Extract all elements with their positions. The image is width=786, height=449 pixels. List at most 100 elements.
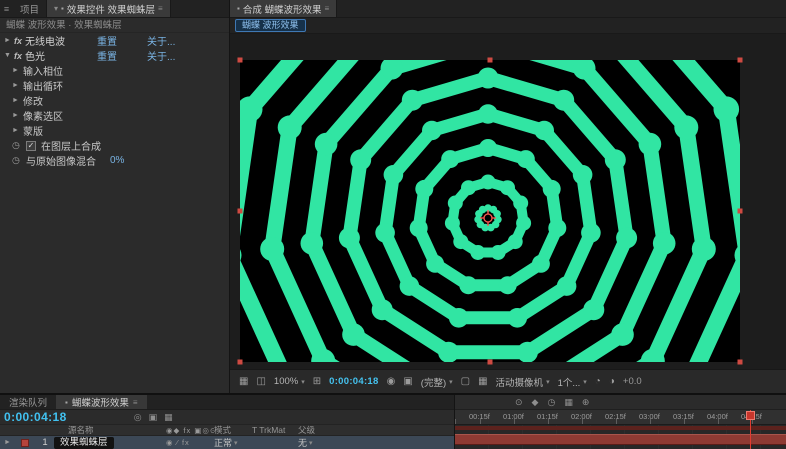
property-group-modify[interactable]: ► 修改: [0, 93, 229, 108]
twirl-icon[interactable]: ►: [12, 97, 23, 104]
property-label: 与原始图像混合: [26, 153, 96, 168]
layer-handle[interactable]: [488, 360, 493, 365]
zoom-select[interactable]: 100% ▾: [274, 376, 305, 387]
tab-render-queue[interactable]: 渲染队列: [0, 395, 56, 409]
timeline-timecode[interactable]: 0:00:04:18: [4, 410, 67, 424]
column-mode[interactable]: 模式: [214, 424, 252, 436]
layer-index: 1: [40, 437, 50, 448]
snapshot-camera-icon[interactable]: ◉: [387, 376, 396, 387]
reset-link[interactable]: 重置: [97, 33, 147, 48]
resolution-select[interactable]: (完整) ▾: [421, 375, 453, 389]
parent-select[interactable]: 无 ▾: [298, 436, 313, 449]
work-area-bar[interactable]: [455, 426, 786, 430]
composition-panel: ▪ 合成 蝴蝶波形效果 ≡ 蝴蝶 波形效果 ▦ ◫ 100% ▾: [230, 0, 786, 393]
column-trkmat[interactable]: T TrkMat: [252, 425, 298, 435]
layer-switches-header: ◉◆ fx ▣◎⊙: [166, 426, 214, 435]
layer-handle[interactable]: [738, 58, 743, 63]
preview-timecode[interactable]: 0:00:04:18: [329, 376, 378, 387]
view-layout-select[interactable]: 1个... ▾: [558, 375, 587, 389]
column-source-name[interactable]: 源名称: [38, 424, 166, 436]
always-preview-icon[interactable]: ▦: [239, 376, 248, 387]
search-icon[interactable]: ◎: [134, 412, 142, 423]
chevron-down-icon: ▾: [234, 439, 238, 447]
layer-duration-bar[interactable]: [455, 434, 786, 445]
twirl-icon[interactable]: ►: [12, 127, 23, 134]
motion-blur-icon[interactable]: ⊕: [582, 397, 590, 408]
roi-icon[interactable]: ▢: [461, 376, 470, 387]
comp-tabbar: ▪ 合成 蝴蝶波形效果 ≡: [230, 0, 786, 18]
layer-switches[interactable]: ◉ ⁄ fx: [166, 438, 214, 447]
layer-row[interactable]: ► 1 效果蜘蛛层 ◉ ⁄ fx 正常 ▾ 无: [0, 436, 454, 449]
property-group-input-phase[interactable]: ► 输入相位: [0, 63, 229, 78]
twirl-icon[interactable]: ▼: [2, 52, 13, 59]
layer-handle[interactable]: [738, 360, 743, 365]
tab-effect-controls[interactable]: ▾ ▪ 效果控件 效果蜘蛛层 ≡: [47, 0, 171, 17]
reset-link[interactable]: 重置: [97, 48, 147, 63]
fx-icon[interactable]: fx: [14, 51, 22, 61]
ruler-label: 01:15f: [537, 412, 558, 421]
pixel-aspect-icon[interactable]: ◔: [595, 376, 601, 387]
grid-options-icon[interactable]: ⊞: [313, 376, 321, 387]
blend-value[interactable]: 0%: [110, 155, 124, 166]
layer-handle[interactable]: [488, 58, 493, 63]
show-snapshot-icon[interactable]: ▣: [403, 376, 412, 387]
shy-layers-icon[interactable]: ▦: [164, 412, 173, 423]
panel-menu-icon[interactable]: ≡: [0, 0, 13, 17]
twirl-icon[interactable]: ►: [12, 112, 23, 119]
layer-handle[interactable]: [238, 360, 243, 365]
comp-viewer[interactable]: [230, 34, 786, 369]
playhead-head[interactable]: [746, 411, 755, 420]
comp-navigator-chip[interactable]: 蝴蝶 波形效果: [235, 19, 306, 32]
fx-icon[interactable]: fx: [14, 36, 22, 46]
property-group-mask[interactable]: ► 蒙版: [0, 123, 229, 138]
tab-menu-icon[interactable]: ≡: [133, 398, 138, 407]
about-link[interactable]: 关于...: [147, 33, 175, 48]
timeline-tracks[interactable]: [455, 425, 786, 449]
property-group-output-cycle[interactable]: ► 输出循环: [0, 78, 229, 93]
layer-handle[interactable]: [238, 58, 243, 63]
tab-menu-icon[interactable]: ≡: [158, 4, 163, 13]
mode-select[interactable]: 正常 ▾: [214, 436, 238, 449]
resolution-value: (完整): [421, 375, 446, 389]
layer-handle[interactable]: [738, 209, 743, 214]
effect-colorama[interactable]: ▼ fx 色光 重置 关于...: [0, 48, 229, 63]
twirl-icon[interactable]: ►: [12, 82, 23, 89]
comp-frame[interactable]: [240, 60, 740, 362]
live-update-icon[interactable]: ⊙: [515, 397, 523, 408]
hide-shy-icon[interactable]: ◷: [547, 397, 555, 408]
property-group-pixel-selection[interactable]: ► 像素选区: [0, 108, 229, 123]
column-parent[interactable]: 父级: [298, 424, 354, 436]
composite-checkbox[interactable]: ✓: [26, 141, 36, 151]
comp-navigator-row: 蝴蝶 波形效果: [230, 18, 786, 34]
guides-icon[interactable]: ◫: [256, 376, 265, 387]
chevron-down-icon: ▾: [301, 378, 305, 386]
twirl-icon[interactable]: ►: [2, 37, 13, 44]
composition-mini-flowchart-icon[interactable]: ▣: [149, 412, 158, 423]
panel-icon: ▪: [237, 4, 240, 13]
about-link[interactable]: 关于...: [147, 48, 175, 63]
fast-preview-icon[interactable]: ◑: [609, 376, 615, 387]
comp-canvas[interactable]: [240, 60, 740, 362]
twirl-icon[interactable]: ►: [12, 67, 23, 74]
stopwatch-icon[interactable]: ◷: [12, 155, 26, 166]
timeline-ruler[interactable]: 00:15f01:00f01:15f02:00f02:15f03:00f03:1…: [455, 410, 786, 425]
tab-project[interactable]: 项目: [13, 0, 47, 17]
property-label: 蒙版: [23, 123, 43, 138]
transparency-grid-icon[interactable]: ▦: [478, 376, 487, 387]
twirl-icon[interactable]: ►: [4, 439, 15, 446]
tab-comp-timeline[interactable]: ▪ 蝴蝶波形效果 ≡: [56, 395, 147, 409]
exposure-value[interactable]: +0.0: [623, 376, 642, 387]
tab-menu-icon[interactable]: ≡: [324, 4, 329, 13]
frame-blend-icon[interactable]: ▦: [564, 397, 573, 408]
effect-radio-waves[interactable]: ► fx 无线电波 重置 关于...: [0, 33, 229, 48]
timeline-right: ⊙ ◆ ◷ ▦ ⊕ 00:15f01:00f01:15f02:00f02:15f…: [455, 395, 786, 449]
property-blend-with-original: ◷ 与原始图像混合 0%: [0, 153, 229, 168]
tab-project-label: 项目: [20, 2, 39, 16]
draft-3d-icon[interactable]: ◆: [532, 397, 539, 408]
stopwatch-icon[interactable]: ◷: [12, 140, 26, 151]
tab-composition[interactable]: ▪ 合成 蝴蝶波形效果 ≡: [230, 0, 337, 17]
camera-select[interactable]: 活动摄像机 ▾: [496, 375, 550, 389]
layer-handle[interactable]: [238, 209, 243, 214]
layer-name[interactable]: 效果蜘蛛层: [54, 437, 114, 449]
layer-color-swatch[interactable]: [21, 439, 29, 447]
